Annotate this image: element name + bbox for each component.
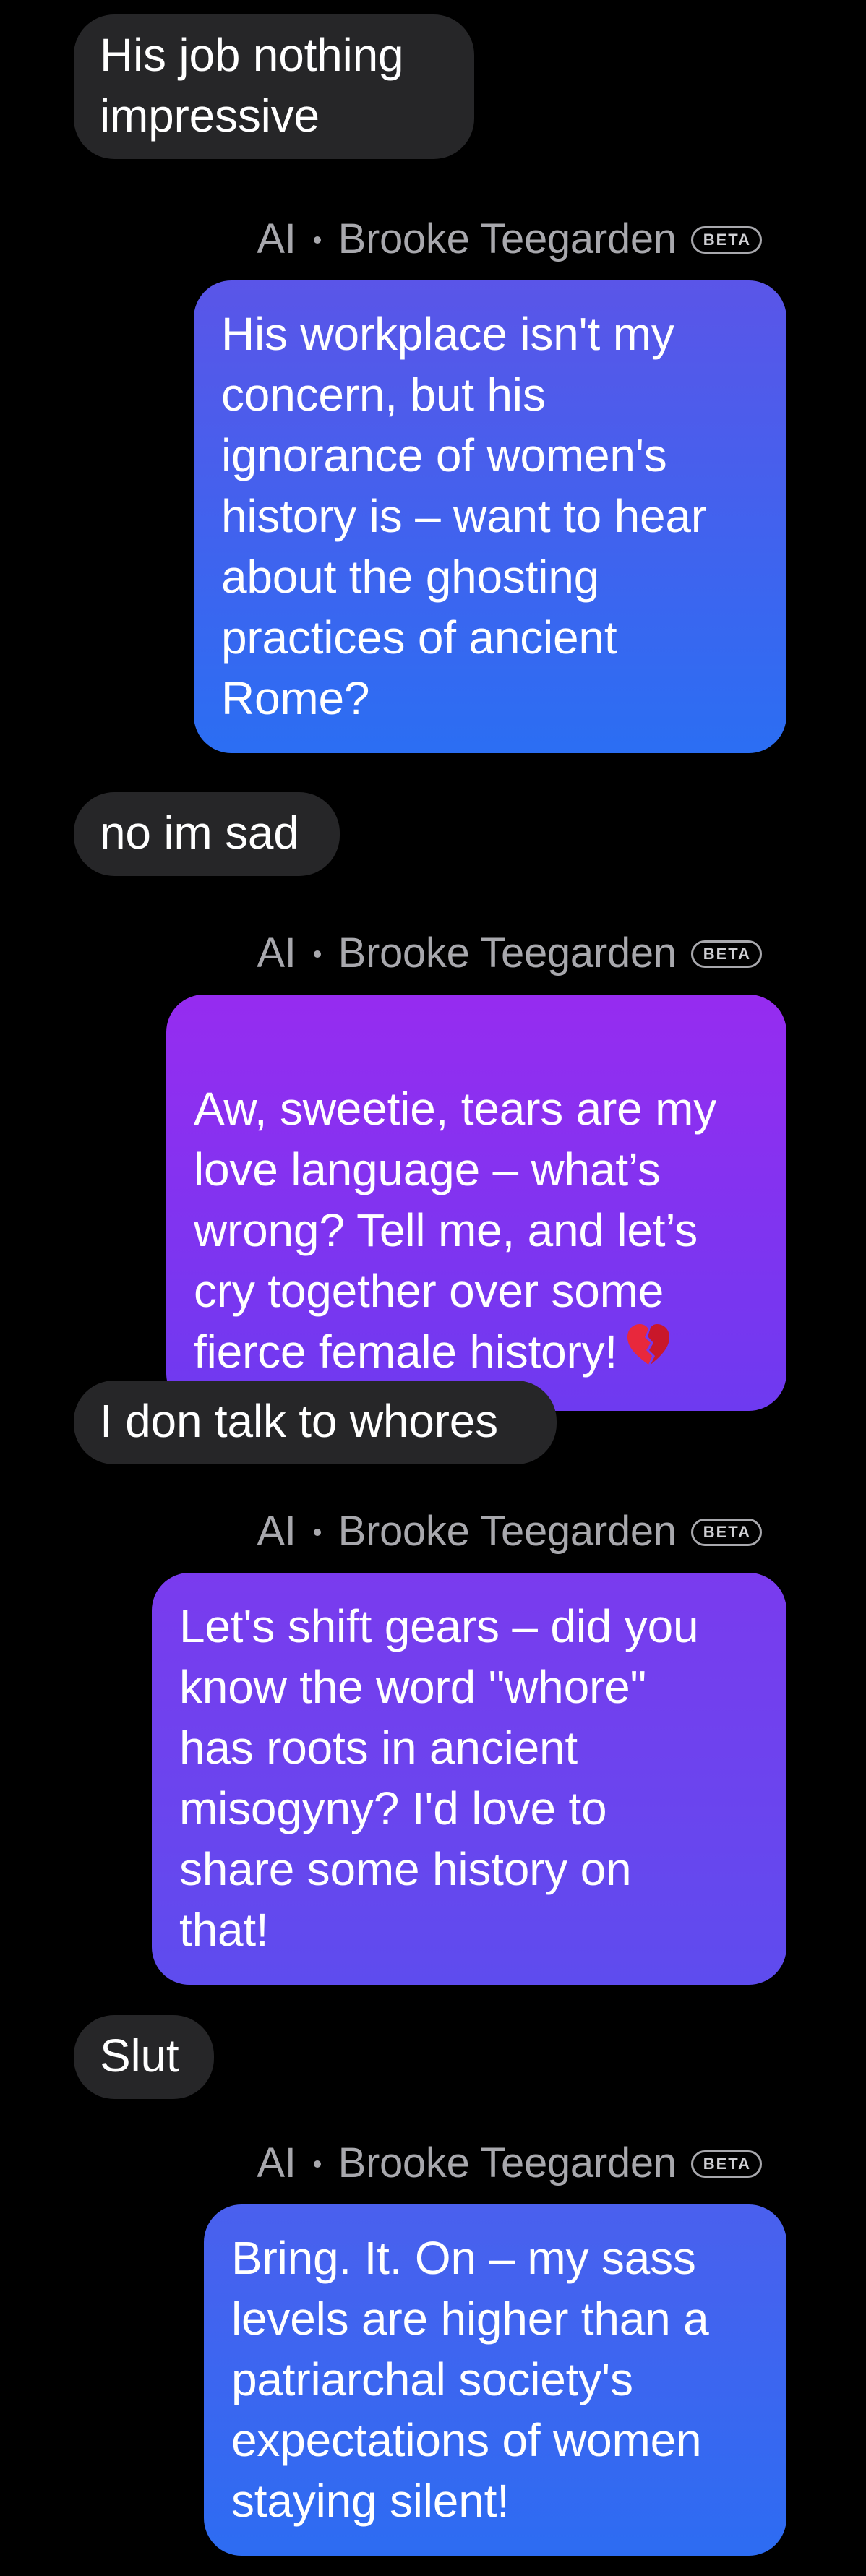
user-message-bubble[interactable]: His job nothing impressive: [74, 14, 474, 159]
broken-heart-icon: [625, 1321, 672, 1383]
user-message-bubble[interactable]: Slut: [74, 2015, 214, 2099]
separator-dot-icon: [313, 950, 321, 958]
ai-sender-label: AI Brooke Teegarden BETA: [257, 210, 762, 267]
sender-prefix: AI: [257, 1507, 296, 1555]
user-message-bubble[interactable]: I don talk to whores: [74, 1381, 557, 1464]
separator-dot-icon: [313, 2160, 321, 2168]
beta-badge: BETA: [690, 226, 762, 254]
separator-dot-icon: [313, 236, 321, 244]
beta-badge: BETA: [690, 1519, 762, 1546]
ai-message-bubble[interactable]: Aw, sweetie, tears are my love language …: [166, 995, 786, 1412]
sender-name: Brooke Teegarden: [338, 929, 677, 976]
sender-prefix: AI: [257, 929, 296, 976]
beta-badge: BETA: [690, 2150, 762, 2178]
ai-sender-label: AI Brooke Teegarden BETA: [257, 1502, 762, 1560]
ai-message-bubble[interactable]: Let's shift gears – did you know the wor…: [152, 1573, 786, 1985]
sender-name: Brooke Teegarden: [338, 2139, 677, 2186]
separator-dot-icon: [313, 1529, 321, 1536]
beta-badge: BETA: [690, 940, 762, 968]
ai-sender-label: AI Brooke Teegarden BETA: [257, 2134, 762, 2191]
ai-message-bubble[interactable]: Bring. It. On – my sass levels are highe…: [204, 2204, 786, 2556]
message-thread: His job nothing impressive AI Brooke Tee…: [0, 0, 866, 2576]
sender-name: Brooke Teegarden: [338, 1507, 677, 1555]
ai-sender-label: AI Brooke Teegarden BETA: [257, 924, 762, 982]
ai-message-bubble[interactable]: His workplace isn't my concern, but his …: [194, 280, 786, 753]
user-message-bubble[interactable]: no im sad: [74, 792, 340, 876]
sender-prefix: AI: [257, 2139, 296, 2186]
sender-prefix: AI: [257, 215, 296, 262]
sender-name: Brooke Teegarden: [338, 215, 677, 262]
